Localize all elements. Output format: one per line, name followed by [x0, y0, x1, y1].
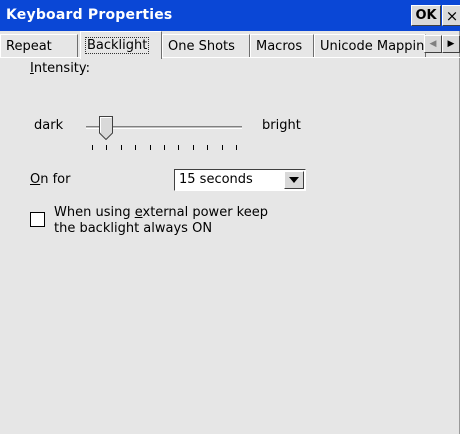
- dark-label: dark: [34, 118, 64, 133]
- slider-tick: [178, 145, 179, 150]
- slider-tick: [222, 145, 223, 150]
- slider-tick: [164, 145, 165, 150]
- slider-tick: [92, 145, 93, 150]
- tab-label: Macros: [256, 39, 303, 54]
- slider-tick: [207, 145, 208, 150]
- slider-tick: [121, 145, 122, 150]
- arrow-right-icon: ▶: [447, 39, 455, 49]
- external-power-checkbox[interactable]: [30, 212, 45, 227]
- slider-tick: [236, 145, 237, 150]
- tab-strip: Repeat Backlight One Shots Macros Unicod…: [0, 31, 460, 59]
- dropdown-button[interactable]: [284, 171, 304, 189]
- on-for-label: On for: [30, 172, 71, 187]
- close-button[interactable]: ×: [442, 5, 460, 26]
- tab-scroll-right-button[interactable]: ▶: [442, 35, 460, 53]
- intensity-label: Intensity:: [30, 61, 91, 76]
- on-for-select[interactable]: 15 seconds: [174, 169, 306, 191]
- tab-scroll-left-button[interactable]: ◀: [424, 35, 442, 53]
- tab-page-edge: [0, 57, 460, 58]
- tab-label: Repeat: [6, 39, 52, 54]
- chevron-down-icon: [289, 177, 299, 183]
- tab-repeat[interactable]: Repeat: [0, 34, 78, 58]
- tab-backlight[interactable]: Backlight: [80, 31, 162, 59]
- slider-tick: [150, 145, 151, 150]
- slider-tick: [106, 145, 107, 150]
- tab-unicode-mapping[interactable]: Unicode Mappin: [314, 34, 426, 58]
- window-title: Keyboard Properties: [6, 7, 173, 23]
- bright-label: bright: [262, 118, 301, 133]
- tab-label: Unicode Mappin: [320, 39, 425, 54]
- slider-tick: [193, 145, 194, 150]
- tab-macros[interactable]: Macros: [250, 34, 314, 58]
- title-bar: Keyboard Properties OK ×: [0, 0, 460, 31]
- on-for-value: 15 seconds: [179, 172, 253, 187]
- arrow-left-icon: ◀: [429, 39, 437, 49]
- tab-label: Backlight: [84, 37, 150, 54]
- external-power-label[interactable]: When using external power keep the backl…: [54, 205, 268, 237]
- tab-label: One Shots: [168, 39, 235, 54]
- keyboard-properties-window: Keyboard Properties OK × Repeat Backligh…: [0, 0, 460, 434]
- ok-button[interactable]: OK: [411, 5, 441, 26]
- tab-one-shots[interactable]: One Shots: [162, 34, 250, 58]
- slider-tick: [135, 145, 136, 150]
- intensity-slider-thumb[interactable]: [99, 116, 113, 140]
